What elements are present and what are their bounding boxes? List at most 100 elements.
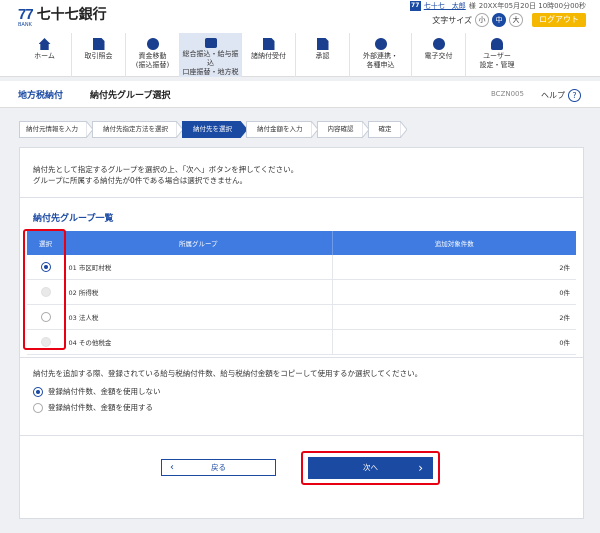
nav-item-external-link[interactable]: 外部連携・ 各種申込 (350, 33, 412, 77)
step-label: 内容確認 (327, 125, 354, 133)
nav-item-bulk-transfer[interactable]: 総合振込・給与振込 口座振替・地方税 (180, 33, 242, 77)
user-suffix: 様 (468, 2, 476, 10)
nav-label: 承認 (315, 52, 330, 60)
nav-label: ホーム (34, 52, 55, 60)
group-name: 03 法人税 (64, 304, 333, 330)
select-column-highlight (23, 229, 66, 350)
step-5: 内容確認 (316, 121, 369, 138)
table-row: 04 その他税金 0件 (27, 329, 576, 355)
login-datetime: 20XX年05月20日 10時00分00秒 (478, 2, 586, 10)
group-name: 01 市区町村税 (64, 255, 333, 280)
group-count: 0件 (332, 279, 576, 305)
step-label: 確定 (378, 125, 392, 133)
back-label: 戻る (211, 463, 226, 472)
group-table: 選択 所属グループ 追加対象件数 01 市区町村税 2件 02 所得税 0件 0… (27, 231, 576, 355)
back-button[interactable]: ‹ 戻る (161, 459, 276, 476)
nav-label: 取引照会 (84, 52, 113, 60)
column-header-group: 所属グループ (64, 231, 333, 255)
nav-item-home[interactable]: ホーム (18, 33, 72, 77)
nav-item-e-delivery[interactable]: 電子交付 (412, 33, 466, 77)
main-panel: 納付先として指定するグループを選択の上、「次へ」ボタンを押してください。 グルー… (19, 147, 584, 519)
screen-code: BCZN005 (491, 90, 524, 98)
text-size-medium-button[interactable]: 中 (492, 13, 506, 27)
user-name[interactable]: 七十七 太郎 (424, 1, 466, 11)
nav-label: 総合振込・給与振込 口座振替・地方税 (182, 50, 239, 76)
step-label: 納付先指定方法を選択 (103, 125, 168, 133)
nav-label: ユーザー 設定・管理 (479, 52, 515, 69)
instruction-line-2: グループに所属する納付先が0件である場合は選択できません。 (33, 176, 248, 185)
text-size-large-button[interactable]: 大 (509, 13, 523, 27)
divider (20, 357, 583, 358)
step-arrow-icon (399, 121, 407, 138)
step-3-current: 納付先を選択 (182, 121, 247, 138)
copy-note: 納付先を追加する際、登録されている給与税納付件数、給与税納付金額をコピーして使用… (33, 369, 423, 378)
text-size-small-button[interactable]: 小 (475, 13, 489, 27)
group-count: 0件 (332, 329, 576, 355)
help-link[interactable]: ヘルプ ? (541, 89, 581, 102)
category-label: 地方税納付 (18, 91, 64, 101)
user-info: 77 七十七 太郎 様 20XX年05月20日 10時00分00秒 (409, 1, 586, 11)
bank-logo[interactable]: 77 BANK 七十七銀行 (18, 6, 107, 28)
user-badge-icon: 77 (409, 1, 421, 11)
copy-option-2-label: 登録納付件数、金額を使用する (48, 403, 153, 412)
copy-option-2-radio[interactable] (33, 402, 43, 413)
group-name: 04 その他税金 (64, 329, 333, 355)
nav-label: 電子交付 (424, 52, 453, 60)
group-name: 02 所得税 (64, 279, 333, 305)
nav-item-user-settings[interactable]: ユーザー 設定・管理 (466, 33, 528, 77)
e-delivery-icon (432, 38, 445, 50)
nav-label: 資金移動 (振込振替) (135, 52, 170, 69)
nav-item-approval[interactable]: 承認 (296, 33, 350, 77)
instruction-line-1: 納付先として指定するグループを選択の上、「次へ」ボタンを押してください。 (33, 165, 299, 174)
link-icon (374, 38, 387, 50)
page-title: 納付先グループ選択 (90, 91, 171, 101)
bulk-transfer-icon (204, 38, 217, 48)
column-header-count: 追加対象件数 (332, 231, 576, 255)
nav-label: 諸納付受付 (251, 52, 286, 60)
next-button-highlight (301, 451, 440, 485)
top-header: 77 BANK 七十七銀行 77 七十七 太郎 様 20XX年05月20日 10… (0, 0, 600, 33)
group-list-title: 納付先グループ一覧 (33, 214, 114, 224)
help-label: ヘルプ (541, 91, 565, 100)
approval-icon (316, 38, 329, 50)
step-6: 確定 (367, 121, 407, 138)
instruction-text: 納付先として指定するグループを選択の上、「次へ」ボタンを押してください。 グルー… (33, 164, 298, 186)
global-nav: ホーム 取引照会 資金移動 (振込振替) 総合振込・給与振込 口座振替・地方税 … (0, 33, 600, 77)
bank-name: 七十七銀行 (36, 7, 107, 23)
divider (20, 435, 583, 436)
step-label: 納付先を選択 (193, 125, 232, 133)
table-row[interactable]: 03 法人税 2件 (27, 304, 576, 330)
text-size-control: 文字サイズ 小 中 大 ログアウト (432, 13, 586, 27)
step-label: 納付元情報を入力 (26, 125, 78, 133)
step-2: 納付先指定方法を選択 (92, 121, 183, 138)
step-1: 納付元情報を入力 (19, 121, 93, 138)
nav-item-payments[interactable]: 諸納付受付 (242, 33, 296, 77)
table-row[interactable]: 01 市区町村税 2件 (27, 255, 576, 280)
copy-option-2[interactable]: 登録納付件数、金額を使用する (33, 402, 153, 413)
logo-sub: BANK (18, 22, 32, 28)
logout-button[interactable]: ログアウト (532, 13, 586, 27)
divider (20, 197, 583, 198)
copy-option-1[interactable]: 登録納付件数、金額を使用しない (33, 386, 161, 397)
chevron-left-icon: ‹ (170, 462, 174, 473)
help-icon: ? (568, 89, 581, 102)
text-size-label: 文字サイズ (432, 15, 472, 25)
home-icon (38, 38, 51, 50)
logo-mark: 77 (18, 6, 34, 23)
nav-item-fund-transfer[interactable]: 資金移動 (振込振替) (126, 33, 180, 77)
copy-option-1-label: 登録納付件数、金額を使用しない (48, 387, 161, 396)
step-4: 納付金額を入力 (246, 121, 318, 138)
document-icon (92, 38, 105, 50)
money-transfer-icon (146, 38, 159, 50)
title-bar: 地方税納付 納付先グループ選択 BCZN005 ヘルプ ? (0, 81, 600, 108)
group-count: 2件 (332, 255, 576, 280)
nav-item-transactions[interactable]: 取引照会 (72, 33, 126, 77)
step-indicator: 納付元情報を入力 納付先指定方法を選択 納付先を選択 納付金額を入力 内容確認 … (19, 121, 407, 138)
user-settings-icon (491, 38, 503, 50)
group-count: 2件 (332, 304, 576, 330)
table-row: 02 所得税 0件 (27, 279, 576, 305)
payment-icon (262, 38, 275, 50)
nav-label: 外部連携・ 各種申込 (363, 52, 398, 69)
copy-option-1-radio[interactable] (33, 386, 43, 397)
step-label: 納付金額を入力 (257, 125, 303, 133)
